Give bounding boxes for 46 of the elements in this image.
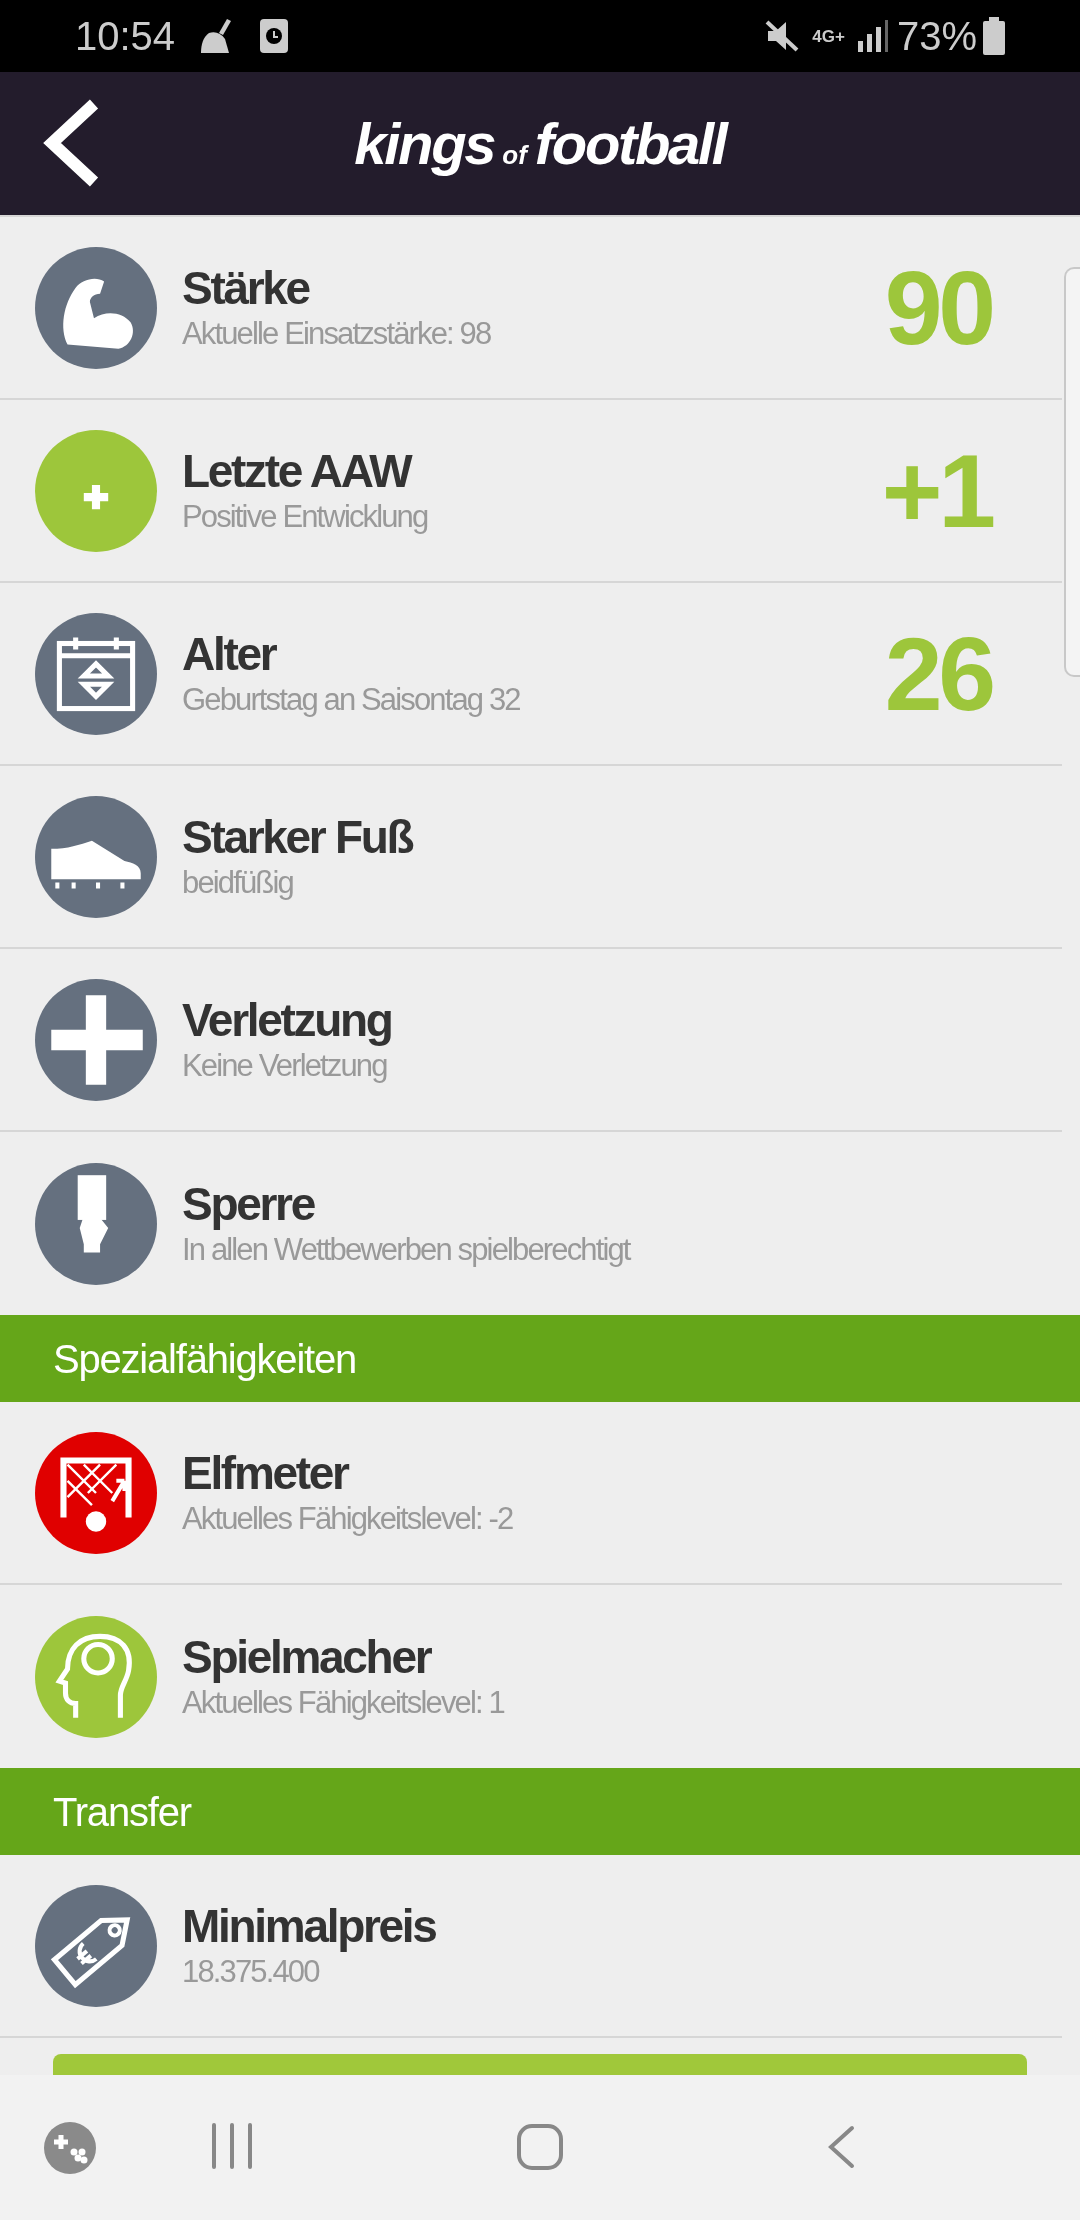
back-icon[interactable] — [826, 2125, 856, 2169]
item-title: Stärke — [182, 262, 311, 316]
list-item[interactable]: Minimalpreis 18.375.400 — [0, 1855, 1062, 2038]
item-title: Alter — [182, 628, 277, 682]
item-subtitle: Aktuelles Fähigkeitslevel: -2 — [182, 1500, 514, 1538]
item-title: Starker Fuß — [182, 811, 414, 865]
item-subtitle: 18.375.400 — [182, 1953, 321, 1991]
logo-text: football — [534, 110, 726, 178]
clock-time: 10:54 — [75, 13, 176, 60]
item-value: 90 — [884, 255, 992, 360]
section-header: Transfer — [0, 1768, 1080, 1855]
list-item[interactable]: Elfmeter Aktuelles Fähigkeitslevel: -2 — [0, 1402, 1062, 1585]
home-icon[interactable] — [516, 2123, 564, 2171]
list-item[interactable]: Stärke Aktuelle Einsatzstärke: 98 90 — [0, 217, 1062, 400]
item-subtitle: beidfüßig — [182, 864, 294, 902]
battery-percent: 73% — [896, 13, 977, 60]
mute-icon — [764, 19, 801, 53]
item-subtitle: Geburtstag an Saisontag 32 — [182, 681, 521, 719]
section-header: Spezialfähigkeiten — [0, 1315, 1080, 1402]
battery-icon — [983, 17, 1005, 55]
logo-text: of — [502, 139, 527, 172]
list-item[interactable]: Verletzung Keine Verletzung — [0, 949, 1062, 1132]
item-subtitle: Positive Entwicklung — [182, 498, 429, 536]
game-launcher-icon[interactable] — [44, 2122, 96, 2174]
list-item[interactable]: Spielmacher Aktuelles Fähigkeitslevel: 1 — [0, 1585, 1062, 1768]
network-type: 4G+ — [812, 27, 845, 45]
clock-app-icon — [259, 18, 290, 54]
item-title: Spielmacher — [182, 1631, 432, 1685]
list-item[interactable]: Starker Fuß beidfüßig — [0, 766, 1062, 949]
list-item[interactable]: Sperre In allen Wettbewerben spielberechtigt — [0, 1132, 1062, 1315]
item-value: +1 — [881, 438, 992, 543]
item-title: Minimalpreis — [182, 1900, 437, 1954]
list-item[interactable]: Alter Geburtstag an Saisontag 32 26 — [0, 583, 1062, 766]
item-subtitle: Aktuelles Fähigkeitslevel: 1 — [182, 1684, 506, 1722]
item-title: Verletzung — [182, 994, 393, 1048]
signal-icon — [856, 19, 889, 53]
item-subtitle: Keine Verletzung — [182, 1047, 388, 1085]
list-item[interactable]: Letzte AAW Positive Entwicklung +1 — [0, 400, 1062, 583]
item-value: 26 — [884, 621, 992, 726]
item-title: Elfmeter — [182, 1447, 350, 1501]
recent-apps-icon[interactable] — [210, 2123, 254, 2169]
item-subtitle: In allen Wettbewerben spielberechtigt — [182, 1231, 632, 1269]
item-title: Sperre — [182, 1178, 316, 1232]
item-title: Letzte AAW — [182, 445, 413, 499]
item-subtitle: Aktuelle Einsatzstärke: 98 — [182, 315, 492, 353]
logo-text: kings — [354, 110, 495, 178]
